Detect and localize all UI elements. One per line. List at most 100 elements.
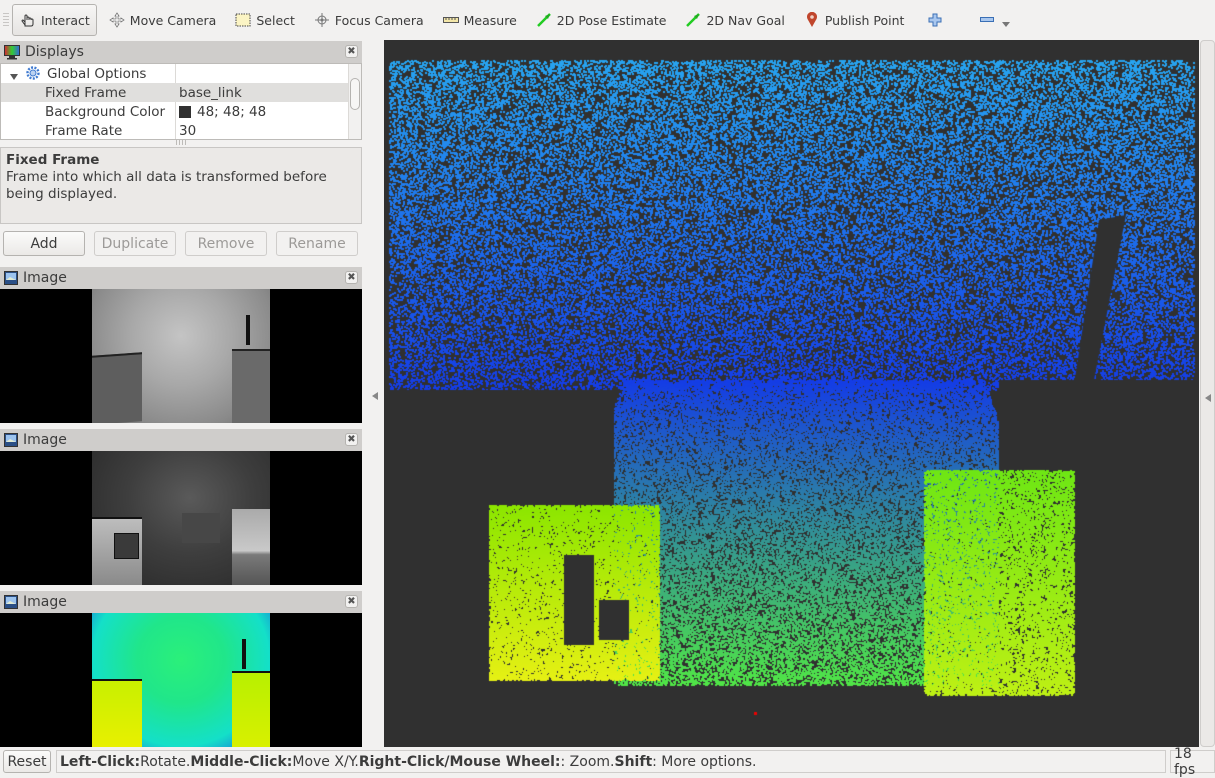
green-arrow-icon	[535, 12, 553, 28]
displays-title: Displays	[25, 44, 84, 60]
property-help-box: Fixed Frame Frame into which all data is…	[0, 147, 362, 224]
tree-group-label: Global Options	[47, 65, 147, 82]
point-cloud[interactable]	[384, 40, 1199, 747]
image-icon	[4, 595, 18, 609]
tool-select[interactable]: Select	[227, 4, 302, 36]
property-value: 48; 48; 48	[197, 103, 267, 120]
right-dock-collapsed[interactable]	[1200, 40, 1215, 747]
collapse-left-icon[interactable]	[372, 389, 378, 404]
property-key: Frame Rate	[45, 122, 123, 139]
depth-image	[92, 289, 270, 423]
tool-label: Interact	[41, 12, 90, 28]
map-pin-icon	[803, 12, 821, 28]
image-view-depth	[0, 289, 362, 423]
image-view-colormap	[0, 613, 362, 747]
hint-key: Shift	[614, 753, 653, 770]
tool-label: 2D Pose Estimate	[556, 12, 667, 28]
tool-2d-nav-goal[interactable]: 2D Nav Goal	[677, 4, 791, 36]
image-panel-title: Image	[23, 594, 67, 610]
left-splitter[interactable]	[366, 40, 384, 747]
status-bar: Reset Left-Click: Rotate. Middle-Click: …	[0, 746, 1215, 778]
tool-measure[interactable]: Measure	[435, 4, 524, 36]
plus-icon	[926, 12, 944, 28]
image-panel-header: Image ✖	[0, 267, 362, 289]
scrollbar-thumb[interactable]	[350, 78, 360, 110]
tree-row-background-color[interactable]: Background Color 48; 48; 48	[1, 102, 349, 121]
help-title: Fixed Frame	[6, 152, 100, 168]
color-swatch	[179, 105, 191, 118]
tree-scrollbar[interactable]	[348, 64, 361, 139]
tool-publish-point[interactable]: Publish Point	[796, 4, 912, 36]
image-panel-title: Image	[23, 432, 67, 448]
duplicate-button[interactable]: Duplicate	[94, 231, 176, 256]
property-key: Fixed Frame	[45, 84, 127, 101]
minus-icon	[978, 12, 996, 28]
close-icon[interactable]: ✖	[345, 433, 358, 446]
pole	[246, 315, 250, 345]
hand-pointer-icon	[19, 12, 37, 28]
splitter-handle[interactable]	[176, 140, 186, 145]
image-view-ir	[0, 451, 362, 585]
3d-view[interactable]	[384, 40, 1199, 747]
tool-label: Publish Point	[824, 12, 905, 28]
colormap-image	[92, 613, 270, 747]
select-box-icon	[234, 12, 252, 28]
expand-right-icon[interactable]	[1205, 391, 1211, 406]
tool-move-camera[interactable]: Move Camera	[101, 4, 224, 36]
displays-tree: Global Options Fixed Frame base_link Bac…	[0, 63, 362, 140]
reset-button[interactable]: Reset	[3, 750, 51, 773]
ruler-icon	[442, 12, 460, 28]
close-icon[interactable]: ✖	[345, 595, 358, 608]
hint-key: Left-Click:	[60, 753, 141, 770]
add-button[interactable]: Add	[3, 231, 85, 256]
tool-label: Select	[256, 12, 295, 28]
property-value[interactable]: 30	[179, 123, 196, 139]
tool-2d-pose-estimate[interactable]: 2D Pose Estimate	[528, 4, 674, 36]
displays-panel-header: Displays ✖	[0, 41, 362, 63]
move-camera-icon	[108, 12, 126, 28]
tool-label: Focus Camera	[334, 12, 424, 28]
focus-camera-icon	[313, 12, 331, 28]
tree-row-frame-rate[interactable]: Frame Rate 30	[1, 121, 349, 139]
close-icon[interactable]: ✖	[345, 45, 358, 58]
property-value[interactable]: base_link	[179, 85, 242, 101]
hint-key: Right-Click/Mouse Wheel:	[358, 753, 561, 770]
ir-image	[92, 451, 270, 585]
mouse-hint: Left-Click: Rotate. Middle-Click: Move X…	[56, 750, 1166, 773]
image-icon	[4, 271, 18, 285]
help-text: Frame into which all data is transformed…	[6, 169, 327, 202]
chair-right	[232, 671, 270, 747]
image-panel-header: Image ✖	[0, 429, 362, 451]
green-arrow-icon	[684, 12, 702, 28]
chair-right	[232, 509, 270, 585]
toolbar-grip[interactable]	[3, 13, 9, 27]
tool-label: 2D Nav Goal	[706, 12, 785, 28]
tree-row-fixed-frame[interactable]: Fixed Frame base_link	[1, 83, 349, 102]
tool-label: Measure	[463, 12, 517, 28]
remove-tool-button[interactable]	[971, 4, 1017, 36]
tool-focus-camera[interactable]: Focus Camera	[306, 4, 431, 36]
pole	[242, 639, 246, 669]
gear-icon	[26, 66, 40, 84]
tree-group-global-options[interactable]: Global Options	[1, 64, 349, 83]
hint-key: Middle-Click:	[190, 753, 293, 770]
tool-interact[interactable]: Interact	[12, 4, 97, 36]
rename-button[interactable]: Rename	[276, 231, 358, 256]
close-icon[interactable]: ✖	[345, 271, 358, 284]
dropdown-arrow-icon[interactable]	[1002, 16, 1011, 31]
property-value-container[interactable]: 48; 48; 48	[179, 104, 266, 120]
monitor	[114, 533, 139, 559]
chair-left	[92, 679, 142, 747]
hint-text: : More options.	[652, 753, 757, 770]
remove-button[interactable]: Remove	[185, 231, 267, 256]
image-icon	[4, 433, 18, 447]
chair-left	[92, 352, 142, 423]
image-panel-title: Image	[23, 270, 67, 286]
hint-text: Rotate.	[140, 753, 191, 770]
property-key: Background Color	[45, 103, 166, 120]
cabinet	[182, 513, 220, 543]
add-tool-button[interactable]	[919, 4, 955, 36]
fps-counter: 18 fps	[1170, 746, 1215, 778]
chair-right	[232, 349, 270, 423]
tool-label: Move Camera	[129, 12, 217, 28]
